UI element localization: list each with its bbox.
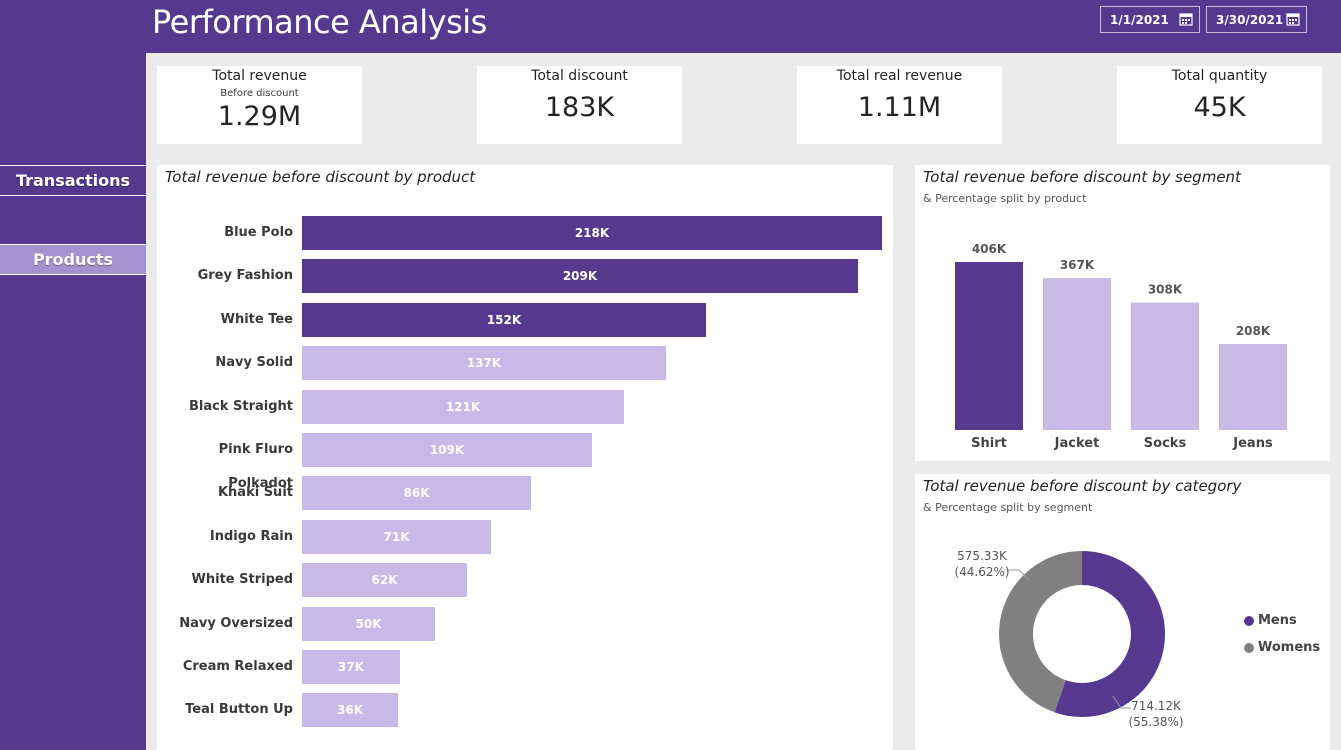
kpi-card-total-discount: Total discount 183K xyxy=(477,66,682,144)
product-bar-row: Teal Button Up 36K xyxy=(157,693,893,728)
sidebar xyxy=(0,0,146,750)
category-donut-chart: 575.33K (44.62%) 714.12K (55.38%) xyxy=(954,549,1183,729)
product-bar-row: Cream Relaxed 37K xyxy=(157,650,893,684)
product-bar-value: 109K xyxy=(429,443,465,457)
header-bar: Performance Analysis 1/1/2021 3/30/2021 xyxy=(146,0,1341,53)
kpi-label: Total discount xyxy=(531,68,628,84)
product-bar-row: Grey Fashion 209K xyxy=(157,259,893,294)
product-bar-label: Grey Fashion xyxy=(197,268,293,284)
donut-value-label-mens: 714.12K xyxy=(1131,699,1182,713)
kpi-value: 1.11M xyxy=(857,92,942,123)
nav-products-button[interactable]: Products xyxy=(0,244,146,275)
segment-bar[interactable] xyxy=(1043,278,1111,430)
kpi-card-total-revenue: Total revenue Before discount 1.29M xyxy=(157,66,362,144)
product-bar-row: Navy Oversized 50K xyxy=(157,606,893,641)
product-bar-value: 36K xyxy=(337,703,363,718)
nav-transactions-button[interactable]: Transactions xyxy=(0,165,146,196)
kpi-value: 183K xyxy=(544,92,615,123)
segment-chart: 406K Shirt 367K Jacket 308K Socks 208K Jeans xyxy=(955,242,1287,451)
product-chart-panel: Total revenue before discount by product… xyxy=(157,165,893,750)
page-title: Performance Analysis xyxy=(152,3,487,41)
segment-category-label: Jacket xyxy=(1054,436,1100,451)
product-bar-value: 218K xyxy=(574,226,610,240)
product-bar-row: Black Straight 121K xyxy=(157,389,893,424)
kpi-label: Total real revenue xyxy=(836,68,963,84)
donut-percent-label-womens: (44.62%) xyxy=(954,565,1009,579)
legend-label-womens: Womens xyxy=(1258,640,1321,655)
segment-bar-value: 308K xyxy=(1148,283,1183,297)
product-bar-value: 121K xyxy=(445,399,481,414)
date-end-value: 3/30/2021 xyxy=(1216,12,1284,27)
product-bar-area: Blue Polo 218K Grey Fashion 209K White Tee 15… xyxy=(157,216,893,736)
segment-chart-panel: Total revenue before discount by segment… xyxy=(915,165,1330,461)
legend-dot-womens xyxy=(1244,642,1254,653)
kpi-sublabel: Before discount xyxy=(220,88,299,99)
product-bar-label: Khaki Suit xyxy=(217,485,293,501)
segment-bar-value: 367K xyxy=(1060,258,1095,272)
product-bar-row: Pink Fluro Polkadot 109K xyxy=(157,433,893,491)
product-bar-row: White Tee 152K xyxy=(157,302,893,337)
product-bar-label: Black Straight xyxy=(188,398,293,414)
product-bar-label: Blue Polo xyxy=(224,225,293,240)
legend-item-womens[interactable]: Womens xyxy=(1244,640,1320,655)
segment-category-label: Jeans xyxy=(1232,436,1273,451)
kpi-label: Total quantity xyxy=(1171,68,1268,84)
segment-bar[interactable] xyxy=(1131,302,1199,430)
category-chart-panel: Total revenue before discount by categor… xyxy=(915,474,1330,750)
legend-label-mens: Mens xyxy=(1258,613,1297,628)
product-bar-row: White Striped 62K xyxy=(157,563,893,598)
segment-bar-value: 208K xyxy=(1236,324,1271,338)
product-chart-title: Total revenue before discount by product xyxy=(165,168,476,186)
segment-category-label: Shirt xyxy=(971,436,1007,451)
kpi-value: 1.29M xyxy=(217,101,302,132)
date-end-picker[interactable]: 3/30/2021 xyxy=(1206,6,1307,33)
kpi-label: Total revenue xyxy=(212,68,307,84)
product-bar-label: Cream Relaxed xyxy=(182,659,293,674)
product-bar-row: Navy Solid 137K xyxy=(157,346,893,381)
product-bar-value: 137K xyxy=(466,356,502,371)
product-bar-row: Khaki Suit 86K xyxy=(157,476,893,511)
product-bar-label: Navy Oversized xyxy=(179,615,293,631)
product-bar-label: White Striped xyxy=(191,572,293,588)
product-bar-value: 62K xyxy=(371,573,398,588)
legend-item-mens[interactable]: Mens xyxy=(1244,613,1297,628)
product-bar-row: Blue Polo 218K xyxy=(157,216,893,250)
calendar-icon[interactable] xyxy=(1179,12,1193,26)
legend-dot-mens xyxy=(1244,615,1254,626)
product-bar-value: 209K xyxy=(562,269,598,284)
product-bar-row: Indigo Rain 71K xyxy=(157,519,893,554)
kpi-card-total-real-revenue: Total real revenue 1.11M xyxy=(797,66,1002,144)
product-bar-value: 37K xyxy=(338,660,364,674)
product-bar-label: White Tee xyxy=(220,311,293,327)
segment-category-label: Socks xyxy=(1144,436,1187,451)
kpi-value: 45K xyxy=(1193,92,1246,123)
product-bar-value: 86K xyxy=(403,486,430,501)
date-start-value: 1/1/2021 xyxy=(1110,12,1169,27)
segment-bar[interactable] xyxy=(955,262,1023,430)
product-bar-value: 71K xyxy=(383,529,410,544)
product-bar-label: Navy Solid xyxy=(215,355,293,371)
product-bar-label: Teal Button Up xyxy=(185,702,293,718)
donut-percent-label-mens: (55.38%) xyxy=(1128,715,1183,729)
product-bar-value: 152K xyxy=(486,312,522,327)
segment-bar[interactable] xyxy=(1219,343,1287,430)
product-bar-label: Indigo Rain xyxy=(209,528,293,544)
product-bar-value: 50K xyxy=(355,616,382,631)
segment-bar-value: 406K xyxy=(972,242,1007,256)
calendar-icon[interactable] xyxy=(1286,12,1300,26)
kpi-card-total-quantity: Total quantity 45K xyxy=(1117,66,1322,144)
donut-value-label-womens: 575.33K xyxy=(957,549,1008,563)
date-start-picker[interactable]: 1/1/2021 xyxy=(1100,6,1200,33)
